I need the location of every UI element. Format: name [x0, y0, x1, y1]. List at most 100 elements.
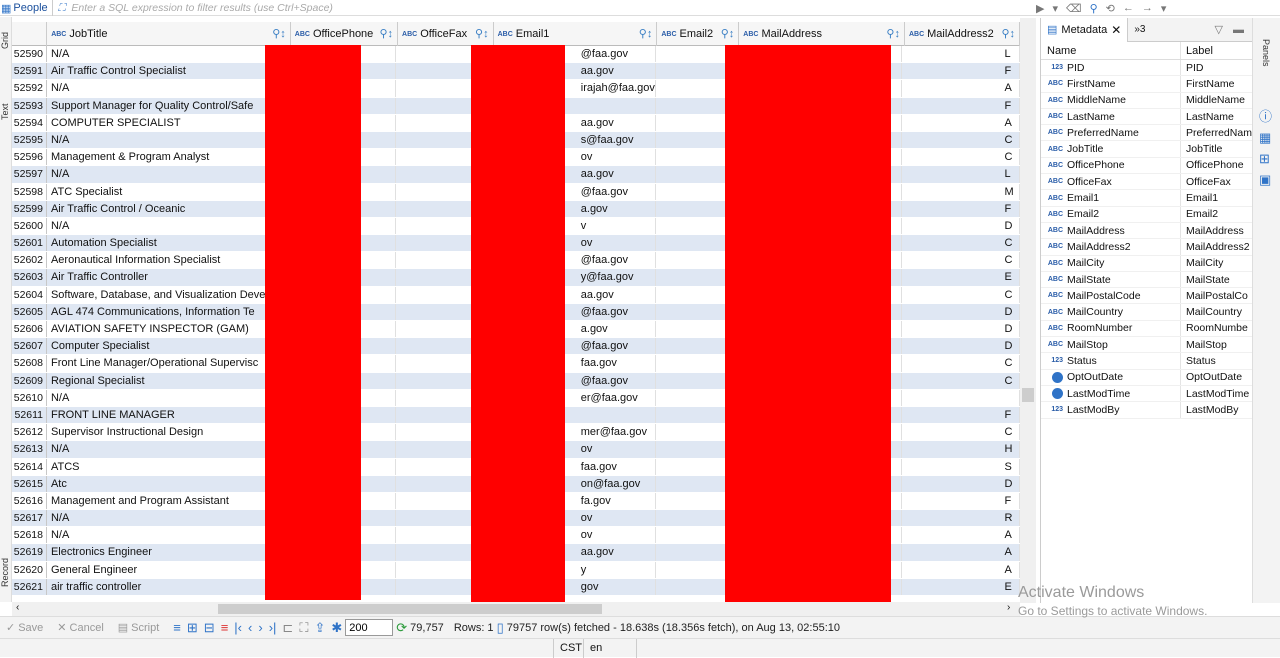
horizontal-scrollbar[interactable]: ‹ › — [12, 602, 1020, 616]
cell-mailaddress2[interactable]: D — [902, 475, 1020, 492]
cell-mailaddress2[interactable]: R — [902, 510, 1020, 527]
cell-mailaddress2[interactable]: F — [902, 492, 1020, 510]
cell-mailaddress2[interactable]: H — [902, 441, 1020, 458]
cell-mailaddress2[interactable]: D — [902, 338, 1020, 355]
cell-jobtitle[interactable]: air traffic controller — [47, 578, 290, 595]
cell-jobtitle[interactable]: AVIATION SAFETY INSPECTOR (GAM) — [47, 321, 290, 338]
cell-jobtitle[interactable]: Automation Specialist — [47, 235, 290, 252]
scroll-left-icon[interactable]: ‹ — [16, 602, 19, 613]
panel-menu-icon[interactable]: ▽ — [1215, 23, 1223, 36]
cell-jobtitle[interactable]: N/A — [47, 166, 290, 183]
cell-jobtitle[interactable]: COMPUTER SPECIALIST — [47, 114, 290, 131]
cell-jobtitle[interactable]: N/A — [47, 80, 290, 97]
metadata-row[interactable]: ABC MiddleName MiddleName — [1041, 92, 1252, 109]
column-header[interactable]: ABC MailAddress2 ⚲↕ — [905, 22, 1020, 46]
cell-mailaddress2[interactable]: L — [902, 166, 1020, 183]
cell-mailaddress2[interactable]: C — [902, 235, 1020, 252]
vertical-scroll-thumb[interactable] — [1022, 388, 1034, 402]
cell-jobtitle[interactable]: N/A — [47, 46, 290, 63]
column-header[interactable]: ABC MailAddress ⚲↕ — [739, 22, 905, 46]
cell-mailaddress2[interactable]: M — [902, 183, 1020, 200]
metadata-row[interactable]: LastModTime LastModTime — [1041, 385, 1252, 403]
cell-jobtitle[interactable]: AGL 474 Communications, Information Te — [47, 303, 290, 320]
cell-jobtitle[interactable]: ATC Specialist — [47, 183, 290, 200]
cell-mailaddress2[interactable]: C — [902, 372, 1020, 389]
cell-mailaddress2[interactable]: A — [902, 561, 1020, 578]
cell-jobtitle[interactable]: Air Traffic Control Specialist — [47, 63, 290, 80]
tab-metadata[interactable]: ▤ Metadata ✕ — [1041, 17, 1129, 42]
table-selector[interactable]: ▦ People — [0, 0, 53, 16]
close-icon[interactable]: ✕ — [1111, 23, 1121, 37]
edit-row-icon[interactable]: ≡ — [173, 620, 181, 635]
history-icon[interactable]: ⟲ — [1106, 2, 1115, 15]
cell-mailaddress2[interactable] — [902, 389, 1020, 406]
fetch-size-input[interactable] — [345, 619, 394, 636]
layout-icon[interactable]: ⊏ — [282, 620, 293, 636]
metadata-row[interactable]: ABC PreferredName PreferredNam — [1041, 125, 1252, 142]
metadata-row[interactable]: ABC MailState MailState — [1041, 271, 1252, 289]
cell-jobtitle[interactable]: N/A — [47, 441, 290, 458]
cell-jobtitle[interactable]: N/A — [47, 389, 290, 406]
more-tabs[interactable]: »3 — [1134, 24, 1145, 35]
first-page-icon[interactable]: |‹ — [234, 620, 242, 635]
filter-input[interactable]: ⛶ Enter a SQL expression to filter resul… — [58, 0, 333, 16]
metadata-row[interactable]: ABC RoomNumber RoomNumbe — [1041, 320, 1252, 338]
save-button[interactable]: ✓ Save — [6, 621, 43, 635]
metadata-row[interactable]: ABC LastName LastName — [1041, 108, 1252, 126]
script-button[interactable]: ▤ Script — [118, 621, 160, 635]
cell-jobtitle[interactable]: Supervisor Instructional Design — [47, 424, 290, 441]
back-icon[interactable]: ← — [1123, 2, 1134, 14]
column-header[interactable]: ABC Email2 ⚲↕ — [657, 22, 740, 46]
chart-icon[interactable]: ▣ — [1259, 172, 1272, 188]
cell-mailaddress2[interactable]: C — [902, 252, 1020, 269]
horizontal-scroll-thumb[interactable] — [218, 604, 602, 614]
cancel-button[interactable]: ✕ Cancel — [57, 621, 103, 635]
cell-mailaddress2[interactable]: S — [902, 458, 1020, 475]
cell-mailaddress2[interactable]: C — [902, 286, 1020, 303]
cell-mailaddress2[interactable]: D — [902, 321, 1020, 338]
copy-row-icon[interactable]: ⊟ — [204, 620, 215, 636]
play-icon[interactable]: ▶ — [1036, 2, 1044, 15]
cell-jobtitle[interactable]: Electronics Engineer — [47, 544, 290, 561]
column-header[interactable]: ABC OfficeFax ⚲↕ — [398, 22, 494, 46]
cell-jobtitle[interactable]: N/A — [47, 510, 290, 527]
next-page-icon[interactable]: › — [258, 620, 262, 635]
info-icon[interactable]: ⓘ — [1259, 106, 1272, 125]
metadata-row[interactable]: ABC FirstName FirstName — [1041, 76, 1252, 93]
cell-mailaddress2[interactable]: C — [902, 149, 1020, 166]
cell-mailaddress2[interactable]: E — [902, 269, 1020, 286]
tab-record[interactable]: Record — [0, 552, 12, 592]
menu-icon[interactable]: ▾ — [1161, 2, 1167, 15]
sort-filter-icon[interactable]: ⚲↕ — [379, 27, 393, 40]
tab-grid[interactable]: Grid — [0, 25, 12, 55]
sort-filter-icon[interactable]: ⚲↕ — [886, 27, 900, 40]
cell-mailaddress2[interactable]: D — [902, 303, 1020, 320]
metadata-row[interactable]: 123 PID PID — [1041, 60, 1252, 77]
column-header[interactable]: ABC JobTitle ⚲↕ — [47, 22, 291, 46]
sort-filter-icon[interactable]: ⚲↕ — [272, 27, 286, 40]
dropdown-icon[interactable]: ▾ — [1052, 2, 1058, 15]
metadata-row[interactable]: ABC OfficeFax OfficeFax — [1041, 174, 1252, 191]
fullscreen-icon[interactable]: ⛶ — [299, 620, 308, 636]
cell-mailaddress2[interactable]: A — [902, 80, 1020, 97]
forward-icon[interactable]: → — [1142, 2, 1153, 14]
export-icon[interactable]: ⇪ — [314, 620, 325, 636]
cell-mailaddress2[interactable]: F — [902, 97, 1020, 114]
cell-mailaddress2[interactable]: C — [902, 424, 1020, 441]
metadata-row[interactable]: ABC Email2 Email2 — [1041, 206, 1252, 223]
cell-jobtitle[interactable]: Regional Specialist — [47, 372, 290, 389]
metadata-row[interactable]: ABC MailPostalCode MailPostalCo — [1041, 288, 1252, 305]
results-grid[interactable]: ABC JobTitle ⚲↕ ABC OfficePhone ⚲↕ ABC OfficeFa… — [12, 18, 1020, 603]
sort-filter-icon[interactable]: ⚲↕ — [721, 27, 735, 40]
cell-jobtitle[interactable]: Support Manager for Quality Control/Safe — [47, 97, 290, 114]
cell-mailaddress2[interactable]: L — [902, 46, 1020, 63]
metadata-row[interactable]: ABC MailAddress MailAddress — [1041, 222, 1252, 240]
metadata-row[interactable]: ABC MailAddress2 MailAddress2 — [1041, 239, 1252, 256]
tab-text[interactable]: Text — [0, 97, 12, 127]
cell-mailaddress2[interactable]: F — [902, 63, 1020, 80]
prev-page-icon[interactable]: ‹ — [248, 620, 252, 635]
header-corner[interactable] — [12, 22, 48, 46]
metadata-row[interactable]: ABC JobTitle JobTitle — [1041, 141, 1252, 158]
grid-icon[interactable]: ⊞ — [1259, 151, 1272, 167]
sort-filter-icon[interactable]: ⚲↕ — [475, 27, 489, 40]
